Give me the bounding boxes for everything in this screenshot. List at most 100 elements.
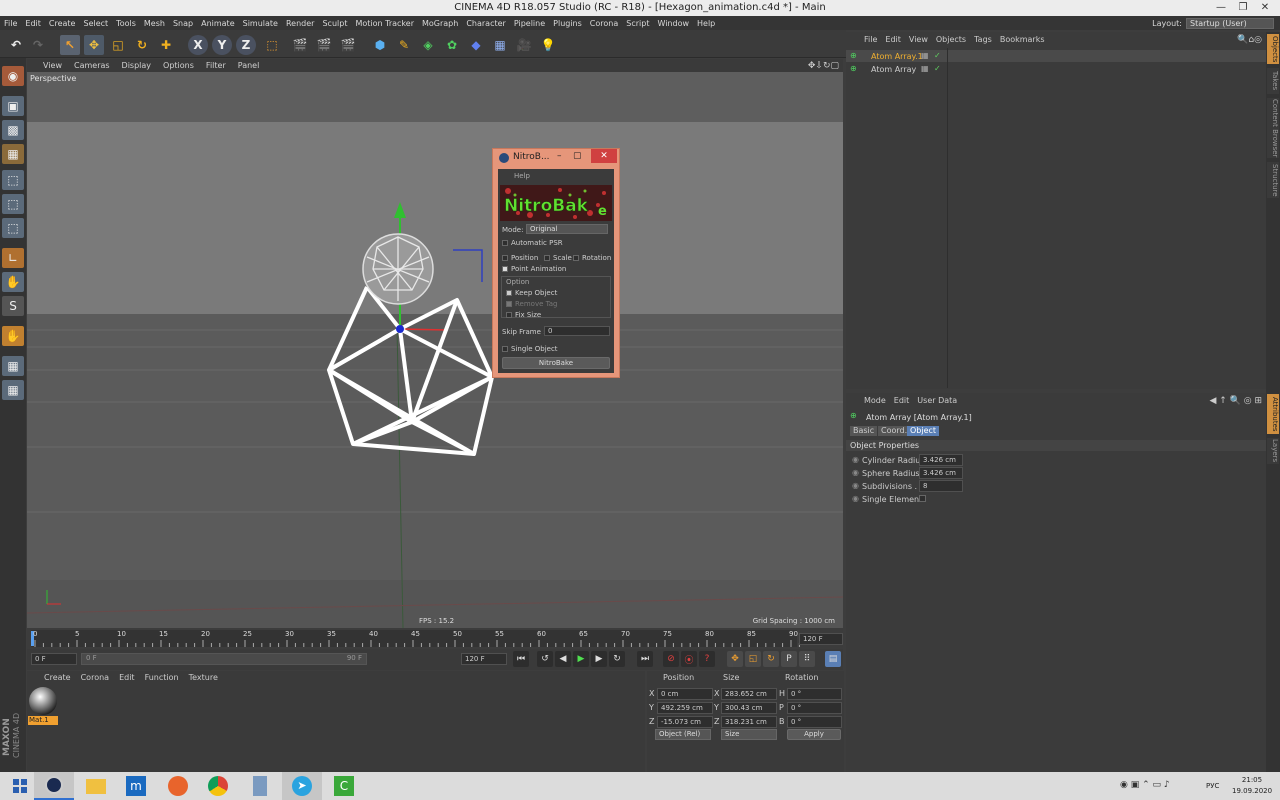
menu-motion-tracker[interactable]: Motion Tracker (351, 19, 418, 28)
attribute-menu-edit[interactable]: Edit (890, 396, 914, 405)
enabled-check-icon[interactable]: ✓ (934, 64, 941, 73)
object-menu-tags[interactable]: Tags (970, 35, 996, 44)
menu-mograph[interactable]: MoGraph (418, 19, 462, 28)
menu-create[interactable]: Create (45, 19, 80, 28)
size-y-field[interactable]: 300.43 cm (721, 702, 777, 714)
menu-script[interactable]: Script (622, 19, 653, 28)
make-editable-icon[interactable]: ◉ (2, 66, 24, 86)
snap-icon[interactable]: S (2, 296, 24, 316)
calculator-icon[interactable] (240, 772, 280, 800)
object-menu-objects[interactable]: Objects (932, 35, 970, 44)
minimize-icon[interactable]: — (1210, 0, 1232, 16)
menu-edit[interactable]: Edit (21, 19, 45, 28)
tab-layers[interactable]: Layers (1267, 438, 1279, 464)
dialog-minimize-icon[interactable]: – (557, 151, 562, 161)
x-axis-icon[interactable]: X (188, 35, 208, 55)
keep-object-checkbox[interactable]: Keep Object (506, 289, 557, 297)
menu-file[interactable]: File (0, 19, 21, 28)
perspective-viewport[interactable]: Perspective FPS : 15.2 Grid Spacing : 10… (27, 72, 843, 628)
menu-tools[interactable]: Tools (112, 19, 140, 28)
clock-date[interactable]: 19.09.2020 (1232, 787, 1272, 795)
menu-character[interactable]: Character (462, 19, 510, 28)
attribute-menu-mode[interactable]: Mode (860, 396, 890, 405)
maxthon-icon[interactable]: m (116, 772, 156, 800)
scale-icon[interactable]: ◱ (108, 35, 128, 55)
model-mode-icon[interactable]: ▣ (2, 96, 24, 116)
viewport-menu-options[interactable]: Options (157, 61, 200, 70)
object-menu-view[interactable]: View (905, 35, 932, 44)
menu-help[interactable]: Help (693, 19, 719, 28)
tab-takes[interactable]: Takes (1267, 68, 1279, 94)
rotation-p-field[interactable]: 0 ° (787, 702, 842, 714)
menu-mesh[interactable]: Mesh (140, 19, 169, 28)
nitrobake-button[interactable]: NitroBake (502, 357, 610, 369)
key-position-icon[interactable]: ✥ (727, 651, 743, 667)
key-scale-icon[interactable]: ◱ (745, 651, 761, 667)
current-frame-field[interactable]: 0 F (31, 653, 77, 665)
viewport-menu-cameras[interactable]: Cameras (68, 61, 116, 70)
cylinder-radius-anim-icon[interactable]: ◉ (852, 455, 859, 464)
previous-key-icon[interactable]: ↺ (537, 651, 553, 667)
points-mode-icon[interactable]: ⬚ (2, 170, 24, 190)
move-icon[interactable]: ✥ (84, 35, 104, 55)
firefox-icon[interactable] (158, 772, 198, 800)
go-to-end-icon[interactable]: ⏭ (637, 651, 653, 667)
array-icon[interactable]: ✿ (442, 35, 462, 55)
dialog-close-icon[interactable]: ✕ (591, 149, 617, 163)
deformer-icon[interactable]: ◆ (466, 35, 486, 55)
menu-window[interactable]: Window (653, 19, 693, 28)
menu-plugins[interactable]: Plugins (549, 19, 586, 28)
object-menu-bookmarks[interactable]: Bookmarks (996, 35, 1049, 44)
polygons-mode-icon[interactable]: ⬚ (2, 218, 24, 238)
chrome-icon[interactable] (198, 772, 238, 800)
subdivisions-anim-icon[interactable]: ◉ (852, 481, 859, 490)
single-elements-anim-icon[interactable]: ◉ (852, 494, 859, 503)
tweak-mode-icon[interactable]: ✋ (2, 272, 24, 292)
lock-workplane-icon[interactable]: ▦ (2, 356, 24, 376)
camera-icon[interactable]: 🎥 (514, 35, 534, 55)
viewport-menu-view[interactable]: View (37, 61, 68, 70)
attribute-nav-icons[interactable]: ◀ ↑ 🔍 ◎ ⊞ (1209, 396, 1262, 406)
sculpt-icon[interactable]: ✋ (2, 326, 24, 346)
position-z-field[interactable]: -15.073 cm (657, 716, 713, 728)
close-icon[interactable]: ✕ (1254, 0, 1276, 16)
skip-frame-field[interactable]: 0 (544, 326, 610, 336)
undo-icon[interactable]: ↶ (6, 35, 26, 55)
edges-mode-icon[interactable]: ⬚ (2, 194, 24, 214)
end-frame-field[interactable]: 120 F (461, 653, 507, 665)
material-menu-corona[interactable]: Corona (76, 673, 114, 682)
tab-attributes[interactable]: Attributes (1267, 394, 1279, 434)
next-key-icon[interactable]: ↻ (609, 651, 625, 667)
viewport-menu-filter[interactable]: Filter (200, 61, 232, 70)
layout-dropdown[interactable]: Startup (User) (1186, 17, 1274, 29)
restore-icon[interactable]: ❐ (1232, 0, 1254, 16)
telegram-icon[interactable]: ➤ (282, 772, 322, 800)
apply-button[interactable]: Apply (787, 729, 841, 740)
y-axis-icon[interactable]: Y (212, 35, 232, 55)
material-menu-texture[interactable]: Texture (184, 673, 223, 682)
tab-coord[interactable]: Coord. (878, 426, 911, 436)
pen-icon[interactable]: ✎ (394, 35, 414, 55)
rotate-icon[interactable]: ↻ (132, 35, 152, 55)
clock-time[interactable]: 21:05 (1232, 776, 1272, 784)
planar-workplane-icon[interactable]: ▦ (2, 380, 24, 400)
sphere-radius-anim-icon[interactable]: ◉ (852, 468, 859, 477)
viewport-menu-panel[interactable]: Panel (232, 61, 266, 70)
rotation-b-field[interactable]: 0 ° (787, 716, 842, 728)
enabled-check-icon[interactable]: ✓ (934, 51, 941, 60)
material-menu-function[interactable]: Function (140, 673, 184, 682)
object-row-atom-array[interactable]: ⊕ Atom Array ▦ ✓ (846, 63, 1266, 75)
object-menu-edit[interactable]: Edit (881, 35, 905, 44)
light-icon[interactable]: 💡 (538, 35, 558, 55)
key-rotation-icon[interactable]: ↻ (763, 651, 779, 667)
object-row-atom-array-1[interactable]: ⊕ Atom Array.1 ▦ ✓ (846, 50, 1266, 62)
system-tray-icons[interactable]: ◉ ▣ ⌃ ▭ ♪ (1120, 780, 1170, 790)
camtasia-icon[interactable]: C (324, 772, 364, 800)
subdivision-icon[interactable]: ◈ (418, 35, 438, 55)
live-selection-icon[interactable]: ↖ (60, 35, 80, 55)
next-frame-icon[interactable]: ▶ (591, 651, 607, 667)
menu-sculpt[interactable]: Sculpt (318, 19, 351, 28)
tab-basic[interactable]: Basic (850, 426, 878, 436)
render-picture-viewer-icon[interactable]: 🎬 (314, 35, 334, 55)
mode-dropdown[interactable]: Original (526, 224, 608, 234)
